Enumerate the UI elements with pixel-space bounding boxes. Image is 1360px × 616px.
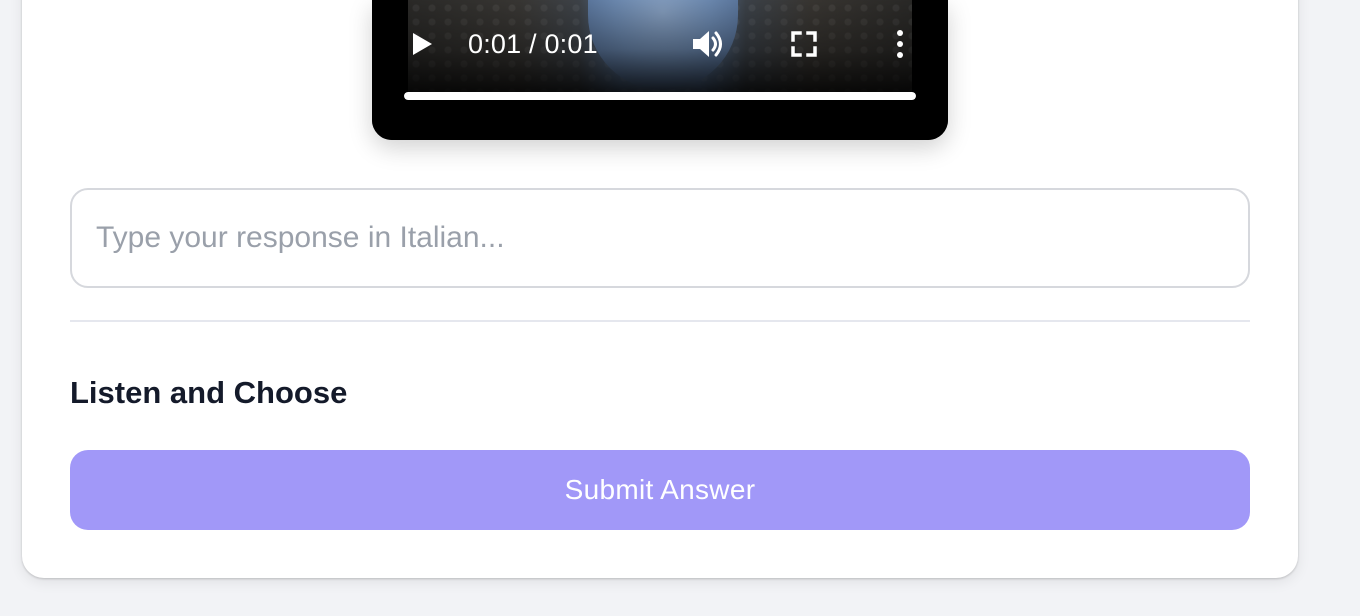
submit-answer-button[interactable]: Submit Answer xyxy=(70,450,1250,530)
video-controls-overlay xyxy=(372,0,948,140)
more-options-icon[interactable] xyxy=(890,28,910,60)
video-progress-bar[interactable] xyxy=(404,92,916,100)
fullscreen-icon[interactable] xyxy=(790,30,818,58)
section-divider xyxy=(70,320,1250,322)
video-player[interactable] xyxy=(372,0,948,140)
response-input[interactable] xyxy=(70,188,1250,288)
play-icon[interactable] xyxy=(408,30,436,58)
section-title: Listen and Choose xyxy=(70,375,348,410)
volume-icon[interactable] xyxy=(690,27,726,61)
video-progress-fill xyxy=(404,92,916,100)
video-time-display: 0:01 / 0:01 xyxy=(468,29,598,59)
